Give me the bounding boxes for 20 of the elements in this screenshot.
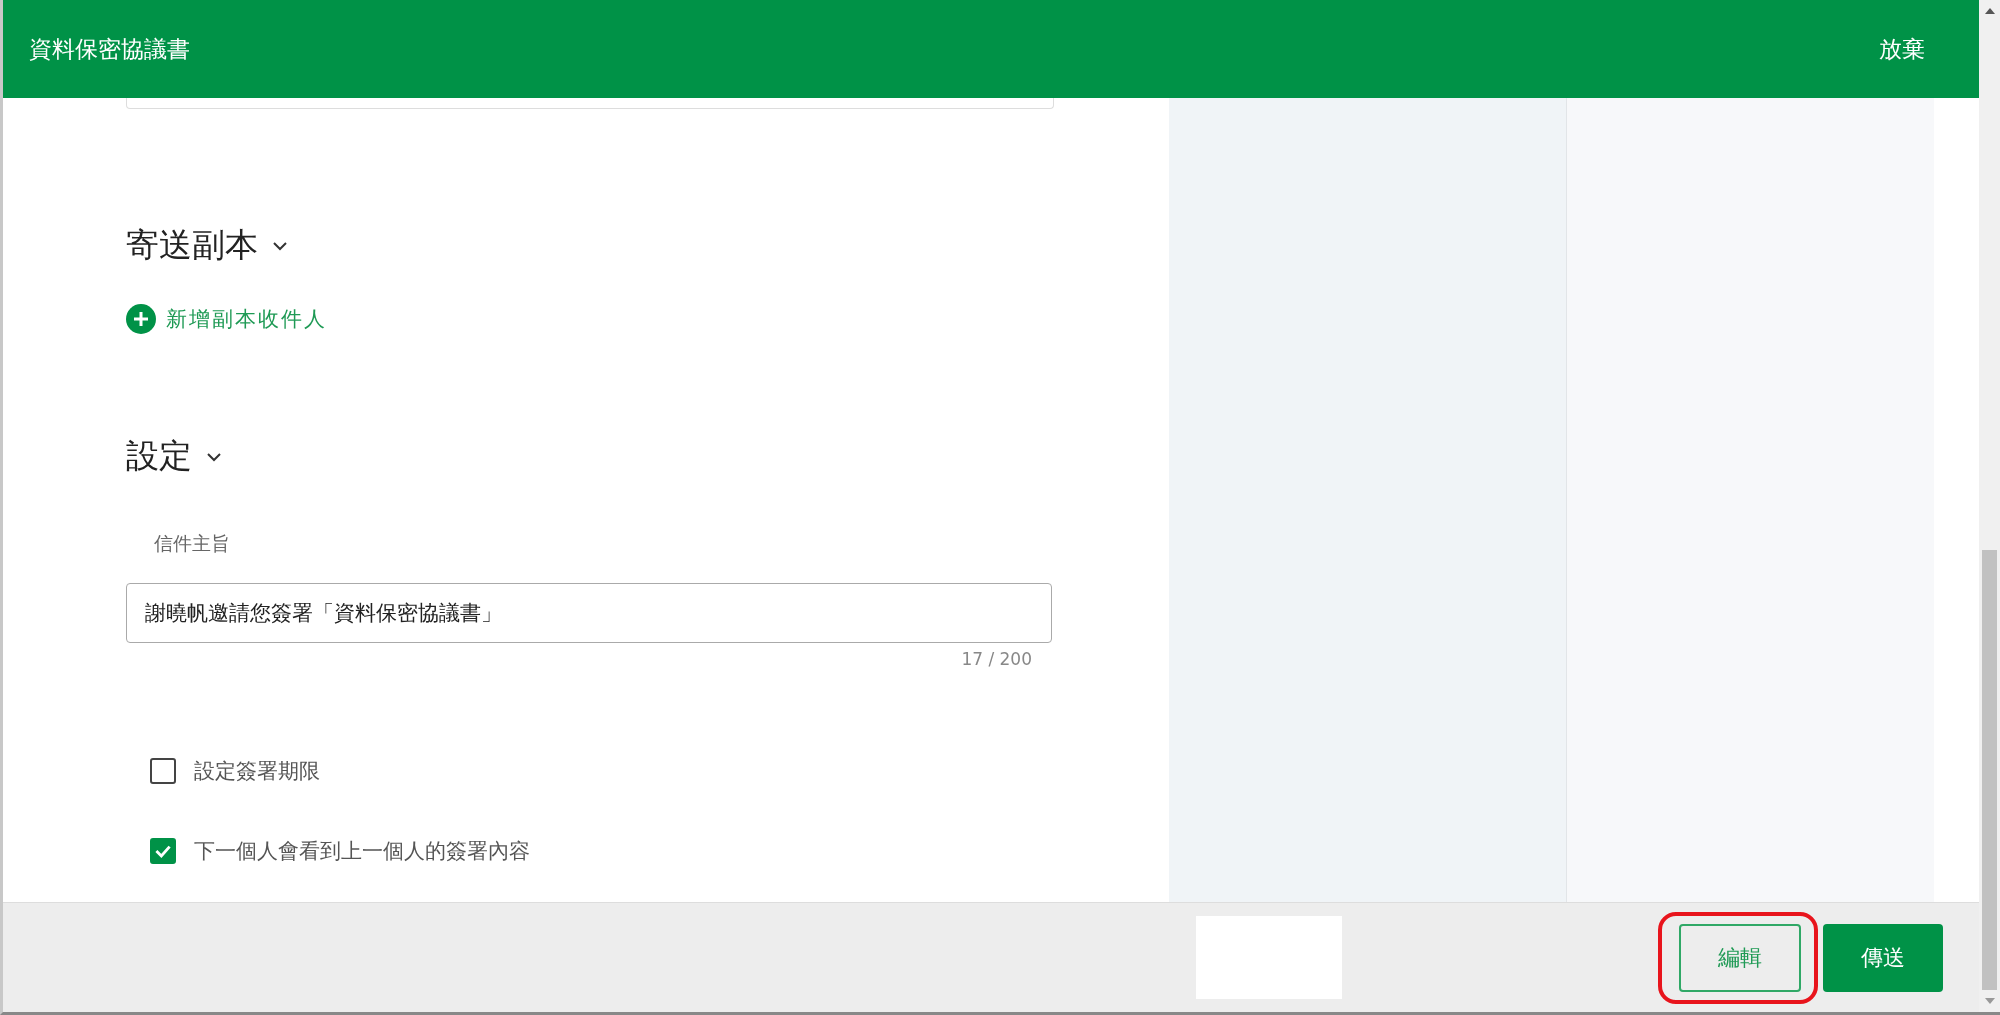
section-title: 寄送副本 — [126, 224, 258, 266]
chevron-icon[interactable] — [206, 451, 222, 462]
option-label[interactable]: 下一個人會看到上一個人的簽署內容 — [194, 837, 530, 865]
document-title: 資料保密協議書 — [29, 34, 190, 64]
section-title: 設定 — [126, 435, 192, 477]
option-label[interactable]: 設定簽署期限 — [194, 757, 320, 785]
send-button[interactable]: 傳送 — [1823, 923, 1943, 992]
character-counter: 17 / 200 — [960, 649, 1033, 669]
chevron-icon[interactable] — [272, 240, 288, 251]
scrollbar[interactable] — [1979, 0, 2000, 1012]
scroll-up-icon[interactable] — [1984, 8, 1995, 14]
checkbox[interactable] — [150, 758, 176, 784]
add-cc-link[interactable]: 新增副本收件人 — [126, 304, 327, 334]
checkbox[interactable] — [150, 838, 176, 864]
field-label: 信件主旨 — [154, 531, 231, 556]
discard-button[interactable]: 放棄 — [1879, 33, 1925, 65]
scrollbar-thumb[interactable] — [1982, 550, 1997, 990]
subject-field[interactable]: 謝曉帆邀請您簽署「資料保密協議書」 — [126, 583, 1052, 643]
edit-button[interactable]: 編輯 — [1679, 923, 1801, 992]
plus-circle-icon — [126, 304, 156, 334]
